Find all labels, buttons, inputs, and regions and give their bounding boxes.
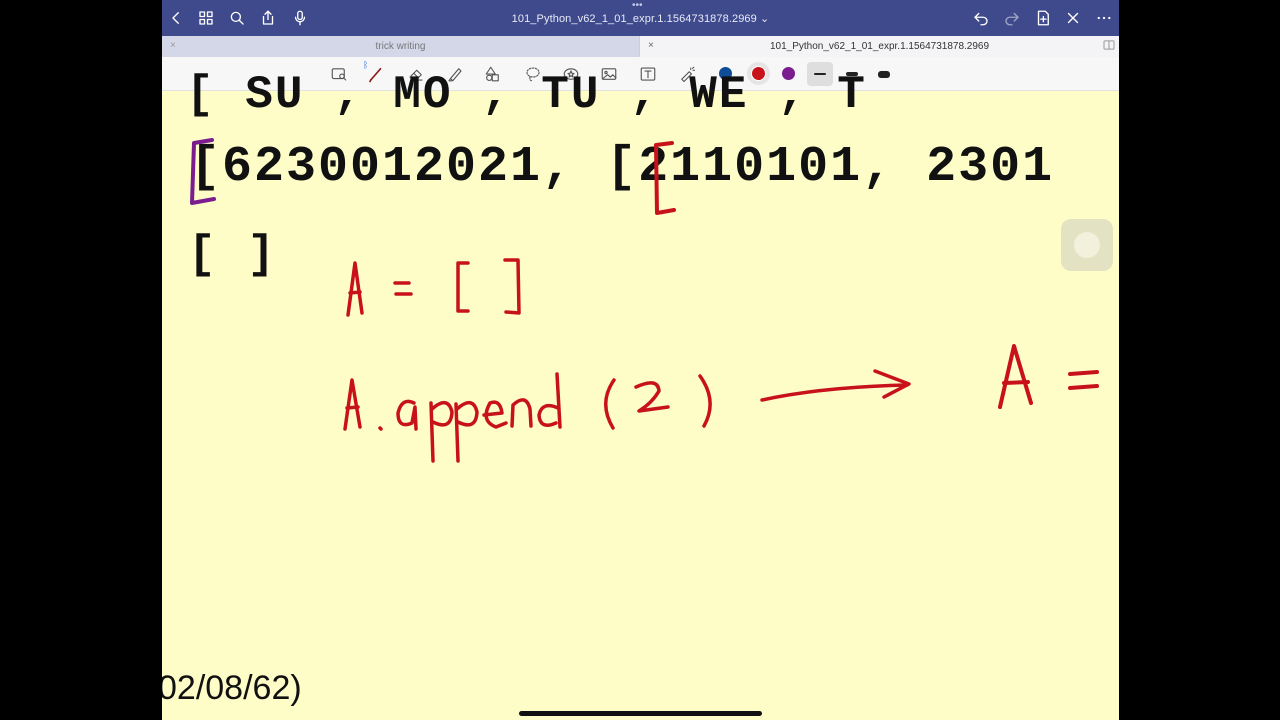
window-grabber[interactable]: ••• (632, 1, 643, 11)
ink-a-equals-right (998, 344, 1099, 409)
floating-tool-dot (1074, 232, 1100, 258)
ink-arrow (760, 369, 911, 402)
chevron-down-icon[interactable]: ⌄ (760, 13, 769, 25)
more-icon[interactable] (1092, 6, 1116, 30)
tab-python-expr[interactable]: × 101_Python_v62_1_01_expr.1.1564731878.… (640, 36, 1119, 57)
home-indicator[interactable] (519, 711, 762, 716)
footer-date: 02/08/62) (162, 669, 302, 707)
note-canvas[interactable]: [ SU , MO , TU , WE , T [6230012021, [21… (162, 69, 1119, 720)
tab-close-button[interactable]: × (648, 40, 654, 51)
tab-split-icon[interactable] (1103, 40, 1115, 53)
typed-line-empty-list: [ ] (188, 229, 277, 281)
tab-label[interactable]: 101_Python_v62_1_01_expr.1.1564731878.29… (770, 41, 989, 52)
title-bar: ••• 101_Python_v62_1_01_expr.1.156473187… (162, 0, 1119, 36)
notes-app: ••• 101_Python_v62_1_01_expr.1.156473187… (162, 0, 1119, 720)
tab-close-button[interactable]: × (170, 40, 176, 51)
stroke-size-thick[interactable] (871, 62, 897, 86)
undo-icon[interactable] (969, 6, 993, 30)
redo-icon[interactable] (1000, 6, 1024, 30)
stroke-preview (878, 70, 890, 78)
tab-bar: × trick writing × 101_Python_v62_1_01_ex… (162, 36, 1119, 57)
typed-line-days: [ SU , MO , TU , WE , T (186, 69, 867, 121)
close-icon[interactable] (1061, 6, 1085, 30)
document-title-text[interactable]: 101_Python_v62_1_01_expr.1.1564731878.29… (512, 13, 757, 25)
typed-line-numbers: [6230012021, [2110101, 2301 (190, 139, 1055, 196)
tab-label[interactable]: trick writing (375, 41, 425, 52)
floating-tool-button[interactable] (1061, 219, 1113, 271)
ink-a-equals-empty-list (346, 258, 521, 317)
add-page-icon[interactable] (1031, 6, 1055, 30)
ink-a-append-2 (343, 372, 712, 463)
tab-trick-writing[interactable]: × trick writing (162, 36, 639, 57)
